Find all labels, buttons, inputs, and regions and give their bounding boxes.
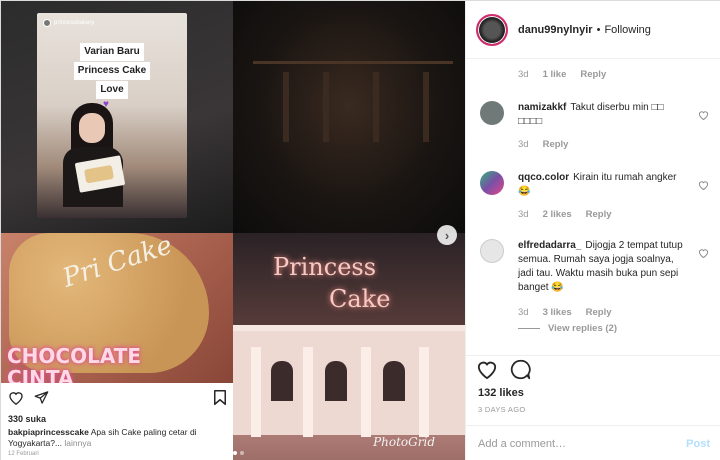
chevron-right-icon: › [444,227,450,243]
collage-tile-dark-building [233,1,465,233]
following-button[interactable]: Following [604,24,650,36]
story-avatar [43,19,51,27]
post-actions [466,355,720,387]
embedded-post-caption: bakpiaprincesscake Apa sih Cake paling c… [8,427,226,449]
comment-likes[interactable]: 1 like [543,69,567,80]
story-user: princessbakery [43,19,94,27]
like-button[interactable] [476,359,498,384]
comment-text: namizakkf Takut diserbu min □□ □□□□ [518,101,688,129]
carousel-dot [233,451,237,455]
comment-time: 3d [518,307,529,318]
post-header: danu99nylnyir • Following [466,1,720,59]
post-author-username[interactable]: danu99nylnyir [518,24,593,36]
comments-list[interactable]: 3d 1 like Reply namizakkf Takut diserbu m… [466,59,720,354]
embedded-post-more: lainnya [64,438,92,448]
collage-tile-story: princessbakery Varian Baru Princess Cake… [1,1,233,233]
add-comment-bar: Post [466,425,720,460]
embedded-post-likes: 330 suka [8,414,47,424]
like-comment-heart-icon[interactable] [698,107,710,121]
add-comment-input[interactable] [478,437,687,450]
view-replies-divider [518,328,540,329]
comments-panel: danu99nylnyir • Following 3d 1 like Repl… [465,1,720,460]
comment-meta: 3d 3 likes Reply [518,307,612,318]
dark-building-silhouette [253,61,453,151]
embedded-post-date: 12 Februari [8,451,39,457]
story-username: princessbakery [54,20,95,26]
embedded-post-username: bakpiaprincesscake [8,427,89,437]
reply-button[interactable]: Reply [586,307,612,318]
story-caption-line-3: Love [96,81,128,99]
collage-tile-storefront: Princess Cake PhotoGrid [233,233,465,460]
comment-text: elfredadarra_ Dijogja 2 tempat tutup semu… [518,239,688,295]
photogrid-watermark: PhotoGrid [373,435,435,449]
comment-meta: 3d 2 likes Reply [518,209,612,220]
view-replies-button[interactable]: View replies (2) [518,323,617,334]
header-separator: • [596,23,601,36]
heart-icon [8,390,24,410]
post-like-count[interactable]: 132 likes [478,387,524,399]
post-media[interactable]: princessbakery Varian Baru Princess Cake… [1,1,465,460]
neon-sign-cake: Cake [329,285,391,313]
embedded-post-info: 330 suka bakpiaprincesscake Apa sih Cake… [1,383,233,460]
avatar[interactable] [480,101,504,125]
view-replies-label: View replies (2) [548,323,617,334]
neon-sign-princess: Princess [273,253,377,281]
post-comment-button[interactable]: Post [686,438,710,450]
comment-likes[interactable]: 2 likes [543,209,572,220]
comment-time: 3d [518,209,529,220]
comment-time: 3d [518,69,529,80]
comment-button[interactable] [510,359,531,385]
comment-bubble-icon [510,359,531,384]
previous-comment-meta: 3d 1 like Reply [518,69,606,80]
story-caption-line-1: Varian Baru [80,43,144,61]
instagram-post-frame: princessbakery Varian Baru Princess Cake… [0,0,720,460]
send-icon [34,390,49,410]
reply-button[interactable]: Reply [543,139,569,150]
avatar[interactable] [476,13,508,46]
story-caption: Varian Baru Princess Cake Love [47,43,177,100]
reply-button[interactable]: Reply [586,209,612,220]
comment-likes[interactable]: 3 likes [543,307,572,318]
carousel-dots [233,451,244,455]
like-comment-heart-icon[interactable] [698,245,710,259]
storefront-building [233,325,465,437]
next-image-button[interactable]: › [437,225,457,245]
story-caption-line-2: Princess Cake [73,62,151,80]
like-comment-heart-icon[interactable] [698,177,710,191]
avatar[interactable] [480,239,504,263]
comment-username[interactable]: elfredadarra_ [518,240,581,251]
comment-username[interactable]: qqco.color [518,172,569,183]
reply-button[interactable]: Reply [580,69,606,80]
comment-meta: 3d Reply [518,139,568,150]
heart-icon [476,361,498,383]
avatar[interactable] [480,171,504,195]
embedded-post-actions [8,389,226,411]
comment-text: qqco.color Kirain itu rumah angker 😂 [518,171,688,199]
bookmark-icon [214,390,226,410]
comment-username[interactable]: namizakkf [518,102,566,113]
chocolate-line-1: CHOCOLATE [7,344,142,368]
carousel-dot [240,451,244,455]
comment-time: 3d [518,139,529,150]
post-timestamp: 3 DAYS AGO [478,405,526,414]
